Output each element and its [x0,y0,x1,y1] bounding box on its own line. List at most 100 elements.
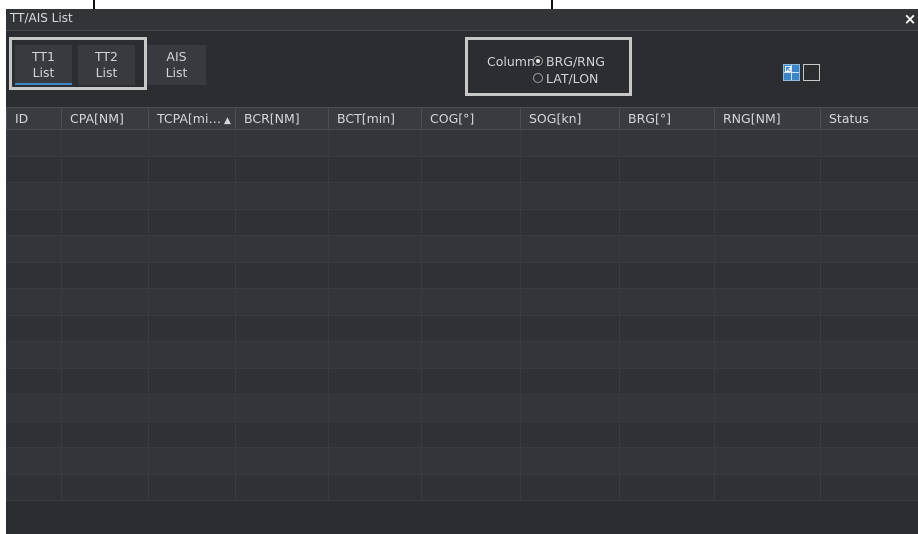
table-row[interactable] [6,473,918,501]
column-header-id[interactable]: ID [6,107,62,130]
table-cell [235,394,329,422]
table-cell [148,420,236,448]
table-cell [6,235,62,263]
column-header-status[interactable]: Status [820,107,918,130]
table-row[interactable] [6,341,918,369]
table-cell [714,341,821,369]
table-cell [714,182,821,210]
table-cell [421,394,521,422]
column-header-cog[interactable]: COG[°] [421,107,521,130]
table-cell [61,288,149,316]
table-cell [328,182,422,210]
table-cell [148,208,236,236]
table-cell [235,314,329,342]
table-row[interactable] [6,235,918,263]
table-cell [520,235,620,263]
sort-ascending-icon: ▲ [223,116,231,126]
column-header-tcpa[interactable]: TCPA[mi… ▲ [148,107,236,130]
table-cell [520,341,620,369]
column-header-cog-label: COG[°] [430,111,475,126]
column-header-tcpa-label: TCPA[mi… [157,111,221,126]
table-cell [714,155,821,183]
table-cell [714,473,821,501]
table-cell [520,208,620,236]
table-cell [6,208,62,236]
table-cell [520,420,620,448]
table-cell [714,261,821,289]
table-cell [421,473,521,501]
table-cell [148,367,236,395]
table-cell [328,473,422,501]
table-cell [421,314,521,342]
table-cell [820,367,918,395]
table-cell [235,182,329,210]
table-cell [421,367,521,395]
table-cell [820,341,918,369]
table-cell [148,288,236,316]
table-cell [421,288,521,316]
table-cell [820,288,918,316]
table-row[interactable] [6,129,918,157]
table-row[interactable] [6,314,918,342]
tt-ais-list-window: TT/AIS List × TT1 List TT2 List AIS List… [6,9,918,534]
table-cell [820,420,918,448]
column-header-bcr[interactable]: BCR[NM] [235,107,329,130]
table-cell [148,341,236,369]
table-cell [421,235,521,263]
table-cell [6,394,62,422]
table-cell [61,420,149,448]
table-row[interactable] [6,394,918,422]
single-view-icon[interactable] [803,64,820,81]
table-cell [714,394,821,422]
table-cell [6,473,62,501]
table-header-row: ID CPA[NM] TCPA[mi… ▲ BCR[NM] BCT[min] CO… [6,107,918,130]
table-cell [520,367,620,395]
target-list-table: ID CPA[NM] TCPA[mi… ▲ BCR[NM] BCT[min] CO… [6,107,918,501]
table-cell [6,420,62,448]
column-header-id-label: ID [15,111,29,126]
column-header-cpa[interactable]: CPA[NM] [61,107,149,130]
table-row[interactable] [6,155,918,183]
table-row[interactable] [6,420,918,448]
table-cell [520,447,620,475]
table-cell [61,367,149,395]
table-cell [148,155,236,183]
table-cell [328,208,422,236]
column-header-sog-label: SOG[kn] [529,111,582,126]
tab-ais-line2: List [165,65,188,80]
table-cell [619,394,715,422]
table-cell [714,129,821,157]
column-header-sog[interactable]: SOG[kn] [520,107,620,130]
table-cell [6,261,62,289]
column-header-rng[interactable]: RNG[NM] [714,107,821,130]
table-cell [328,341,422,369]
table-cell [820,261,918,289]
table-row[interactable] [6,367,918,395]
table-cell [421,420,521,448]
tab-ais-list[interactable]: AIS List [147,45,206,85]
table-cell [520,394,620,422]
tab-ais-line1: AIS [166,49,187,64]
table-cell [6,155,62,183]
table-row[interactable] [6,261,918,289]
table-cell [6,447,62,475]
table-cell [61,341,149,369]
table-row[interactable] [6,182,918,210]
column-header-bct[interactable]: BCT[min] [328,107,422,130]
table-cell [148,261,236,289]
close-icon[interactable]: × [902,9,918,30]
table-cell [235,129,329,157]
table-cell [619,208,715,236]
table-cell [421,261,521,289]
table-cell [235,261,329,289]
table-cell [421,129,521,157]
column-header-brg[interactable]: BRG[°] [619,107,715,130]
table-cell [235,341,329,369]
table-row[interactable] [6,447,918,475]
table-cell [6,367,62,395]
table-body [6,129,918,501]
table-row[interactable] [6,288,918,316]
list-view-icon[interactable] [783,64,800,81]
table-cell [328,447,422,475]
table-row[interactable] [6,208,918,236]
